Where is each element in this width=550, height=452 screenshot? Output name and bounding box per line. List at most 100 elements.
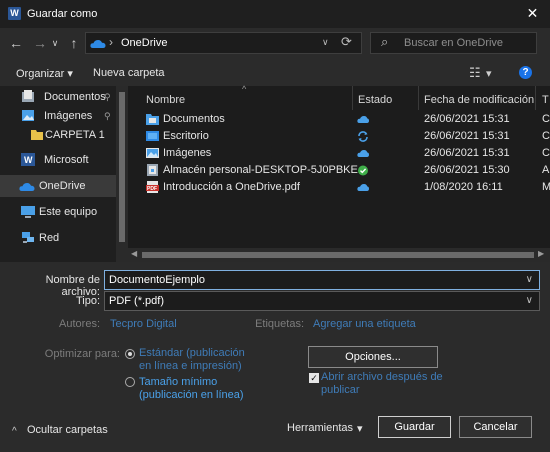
nav-label: CARPETA 1 (45, 129, 105, 141)
scroll-thumb[interactable] (119, 92, 125, 242)
optimize-min-line1: Tamaño mínimo (139, 376, 218, 388)
chevron-down-icon[interactable]: ∨ (526, 271, 533, 289)
file-type: M (542, 181, 550, 193)
file-date: 26/06/2021 15:31 (424, 130, 510, 142)
nav-item-microsoft-word[interactable]: W Microsoft Word (0, 149, 116, 188)
computer-icon (21, 206, 35, 218)
tools-button[interactable]: Herramientas (287, 422, 353, 434)
optimize-min-line2: (publicación en línea) (139, 389, 244, 401)
file-list[interactable]: ^ Nombre Estado Fecha de modificación T … (128, 84, 550, 262)
filename-input[interactable]: DocumentoEjemplo ∨ (104, 270, 540, 290)
open-after-publish-label[interactable]: Abrir archivo después de publicar (321, 371, 443, 397)
view-chevron-icon[interactable]: ▾ (486, 67, 492, 80)
optimize-standard-line2: en línea e impresión) (139, 360, 242, 372)
view-options-icon[interactable]: ☷ (469, 65, 481, 81)
file-date: 26/06/2021 15:31 (424, 113, 510, 125)
file-type: C (542, 113, 550, 125)
tags-label: Etiquetas: (255, 318, 304, 330)
breadcrumb-onedrive[interactable]: OneDrive (121, 37, 167, 49)
file-name: Imágenes (163, 147, 212, 159)
file-row-documentos[interactable]: Documentos 26/06/2021 15:31 C (128, 111, 550, 128)
open-after-publish-checkbox[interactable]: ✓ (309, 373, 319, 383)
column-header-type[interactable]: T (542, 90, 549, 110)
back-button[interactable]: ← (6, 32, 26, 54)
column-header-status[interactable]: Estado (358, 90, 392, 110)
nav-item-red[interactable]: Red (0, 227, 116, 249)
vault-icon (147, 164, 158, 176)
nav-item-este-equipo[interactable]: Este equipo (0, 201, 116, 223)
options-button[interactable]: Opciones... (308, 346, 438, 368)
svg-text:W: W (24, 155, 33, 165)
hide-folders-button[interactable]: Ocultar carpetas (27, 424, 108, 436)
search-input[interactable]: Buscar en OneDrive (404, 37, 503, 49)
open-after-line1: Abrir archivo después de (321, 371, 443, 383)
filename-value: DocumentoEjemplo (109, 274, 205, 286)
save-button[interactable]: Guardar (378, 416, 451, 438)
open-after-line2: publicar (321, 384, 360, 396)
organize-button[interactable]: Organizar ▾ (16, 67, 73, 80)
authors-link[interactable]: Tecpro Digital (110, 318, 177, 330)
file-row-escritorio[interactable]: Escritorio 26/06/2021 15:31 C (128, 128, 550, 145)
add-tag-link[interactable]: Agregar una etiqueta (313, 318, 416, 330)
onedrive-icon (90, 40, 106, 48)
cancel-button[interactable]: Cancelar (459, 416, 532, 438)
optimize-standard-line1: Estándar (publicación (139, 347, 245, 359)
chevron-down-icon: ▾ (67, 68, 73, 80)
authors-label: Autores: (59, 318, 100, 330)
file-type: A (542, 164, 550, 176)
documents-icon (22, 90, 34, 102)
onedrive-icon (19, 183, 35, 191)
title-bar: W Guardar como ✕ (0, 0, 550, 28)
search-icon: ⌕ (381, 34, 389, 49)
column-header-name[interactable]: Nombre (146, 90, 185, 110)
optimize-minimum-radio[interactable] (125, 377, 135, 387)
save-options-form: Nombre de archivo: DocumentoEjemplo ∨ Ti… (0, 262, 550, 452)
chevron-down-icon[interactable]: ∨ (526, 292, 533, 310)
horizontal-scrollbar[interactable]: ◀ ▶ (128, 248, 550, 262)
refresh-button[interactable]: ⟳ (341, 34, 352, 50)
file-type: C (542, 147, 550, 159)
nav-item-onedrive[interactable]: OneDrive (0, 175, 116, 197)
pdf-icon: PDF (146, 181, 159, 193)
tools-chevron-icon[interactable]: ▾ (357, 422, 363, 435)
nav-item-carpeta-1[interactable]: CARPETA 1 (0, 124, 116, 146)
up-button[interactable]: ↑ (64, 32, 84, 54)
scroll-left-icon[interactable]: ◀ (131, 249, 137, 258)
word-icon: W (21, 153, 35, 166)
file-name: Introducción a OneDrive.pdf (163, 181, 300, 193)
check-icon (358, 165, 368, 176)
cloud-icon (357, 116, 369, 123)
optimize-standard-label[interactable]: Estándar (publicación en línea e impresió… (139, 347, 245, 373)
scroll-right-icon[interactable]: ▶ (538, 249, 544, 258)
search-box[interactable]: ⌕ Buscar en OneDrive (370, 32, 537, 54)
address-dropdown-button[interactable]: ∨ (322, 37, 329, 48)
nav-label: OneDrive (39, 180, 86, 192)
address-bar[interactable]: › OneDrive ∨ ⟳ (85, 32, 362, 54)
nav-scrollbar[interactable] (116, 86, 128, 262)
navigation-pane[interactable]: Documentos ⚲ Imágenes ⚲ CARPETA 1 W Micr… (0, 86, 128, 262)
file-row-imagenes[interactable]: Imágenes 26/06/2021 15:31 C (128, 145, 550, 162)
desktop-folder-icon (146, 131, 159, 141)
file-row-introduccion-pdf[interactable]: PDF Introducción a OneDrive.pdf 1/08/202… (128, 179, 550, 196)
close-button[interactable]: ✕ (515, 0, 550, 28)
help-icon[interactable]: ? (519, 66, 532, 79)
optimize-label: Optimizar para: (44, 348, 120, 360)
scroll-thumb[interactable] (142, 252, 534, 258)
column-divider[interactable] (418, 86, 419, 110)
forward-button[interactable]: → (30, 32, 50, 54)
nav-label: Red (39, 232, 60, 244)
column-divider[interactable] (352, 86, 353, 110)
sort-ascending-icon: ^ (242, 84, 247, 94)
recent-locations-button[interactable]: ∨ (48, 32, 62, 54)
file-row-almacen-personal[interactable]: Almacén personal-DESKTOP-5J0PBKE 26/06/2… (128, 162, 550, 179)
file-type-select[interactable]: PDF (*.pdf) ∨ (104, 291, 540, 311)
folder-icon (31, 130, 43, 140)
optimize-standard-radio[interactable] (125, 349, 135, 359)
column-divider[interactable] (535, 86, 536, 110)
optimize-minimum-label[interactable]: Tamaño mínimo (publicación en línea) (139, 376, 244, 402)
command-bar: Organizar ▾ Nueva carpeta ☷ ▾ ? (0, 60, 550, 86)
file-date: 26/06/2021 15:31 (424, 147, 510, 159)
new-folder-button[interactable]: Nueva carpeta (93, 67, 165, 79)
chevron-up-icon[interactable]: ^ (12, 426, 17, 437)
column-header-modified[interactable]: Fecha de modificación (424, 90, 534, 110)
